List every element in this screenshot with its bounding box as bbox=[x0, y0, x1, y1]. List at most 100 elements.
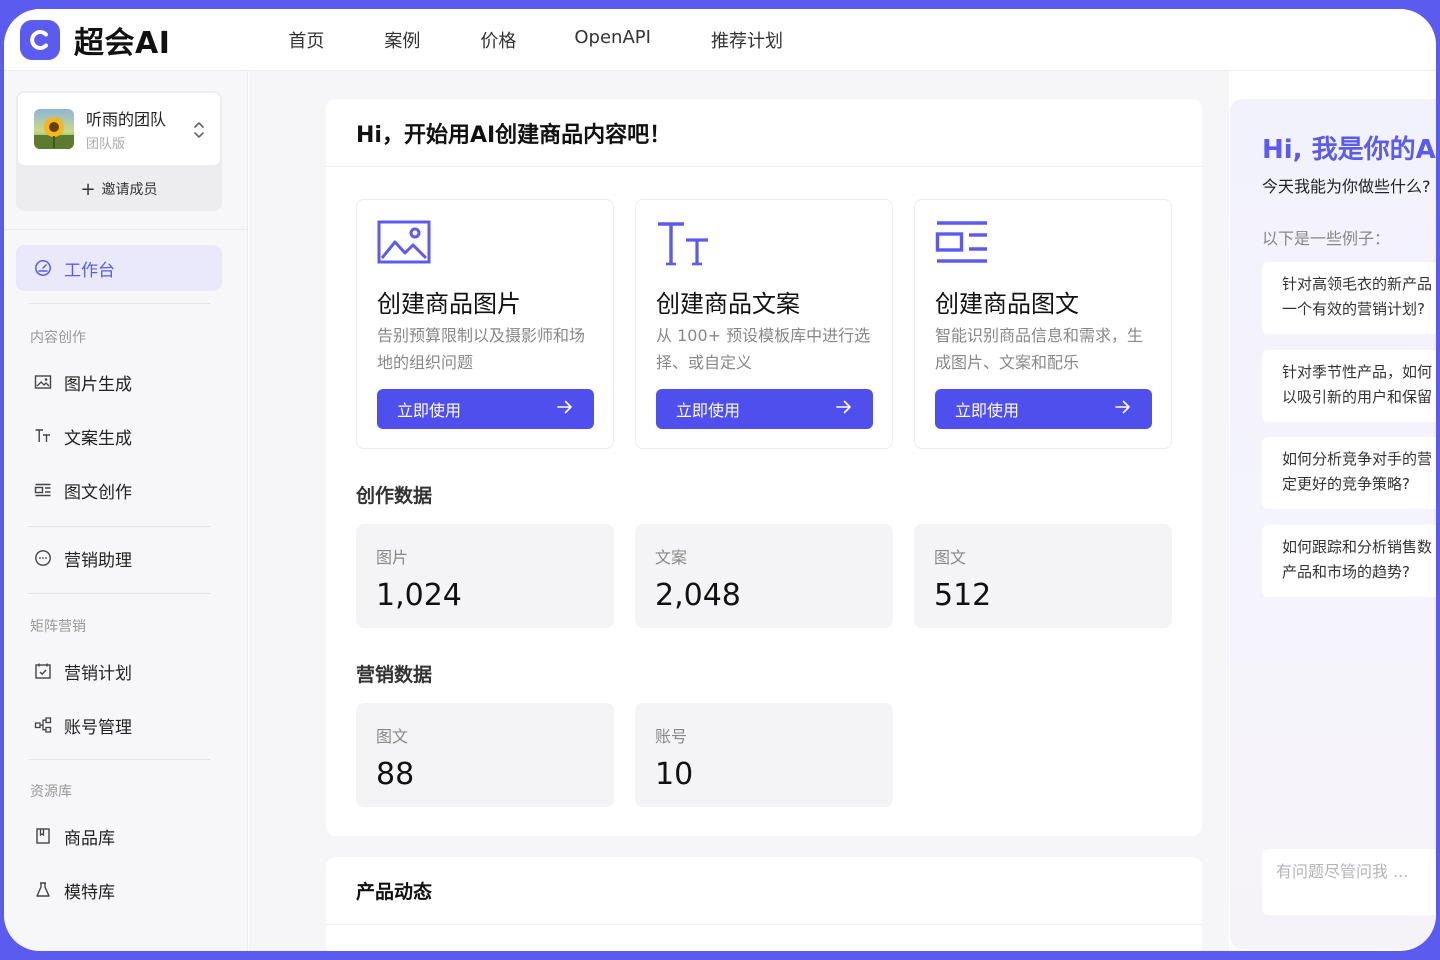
sidebar-item-label: 模特库 bbox=[64, 882, 115, 903]
example-question[interactable]: 针对季节性产品，如何 以吸引新的用户和保留 bbox=[1262, 350, 1436, 422]
sidebar-item-label: 营销助理 bbox=[64, 550, 132, 571]
assistant-subtitle: 今天我能为你做些什么? bbox=[1262, 177, 1431, 196]
stat-card-marketing-graphics: 图文 88 bbox=[356, 703, 614, 807]
brand-logo[interactable]: 超会AI bbox=[20, 18, 170, 62]
invite-label: 邀请成员 bbox=[101, 182, 158, 198]
sidebar-item-label: 账号管理 bbox=[64, 717, 132, 738]
feature-desc: 从 100+ 预设模板库中进行选择、或自定义 bbox=[656, 326, 871, 372]
button-label: 立即使用 bbox=[676, 401, 741, 420]
question-line: 一个有效的营销计划? bbox=[1282, 300, 1425, 318]
top-navbar: 超会AI 首页 案例 价格 OpenAPI 推荐计划 bbox=[4, 9, 1436, 71]
network-icon bbox=[34, 716, 52, 734]
sidebar-item-model-library[interactable]: 模特库 bbox=[16, 867, 222, 913]
stat-card-graphics: 图文 512 bbox=[914, 524, 1172, 628]
example-question[interactable]: 如何跟踪和分析销售数 产品和市场的趋势? bbox=[1262, 525, 1436, 597]
feature-card-image: 创建商品图片 告别预算限制以及摄影师和场地的组织问题 立即使用 bbox=[356, 199, 614, 449]
nav-openapi[interactable]: OpenAPI bbox=[574, 27, 651, 53]
section-label-content: 内容创作 bbox=[30, 330, 86, 346]
arrow-right-icon bbox=[835, 399, 853, 419]
use-now-button[interactable]: 立即使用 bbox=[935, 389, 1152, 429]
image-icon bbox=[34, 373, 52, 391]
team-card: 听雨的团队 团队版 + 邀请成员 bbox=[16, 91, 222, 211]
product-news-title: 产品动态 bbox=[326, 857, 1202, 925]
bookmark-icon bbox=[34, 827, 52, 845]
chevron-updown-icon[interactable] bbox=[192, 119, 206, 145]
stat-card-images: 图片 1,024 bbox=[356, 524, 614, 628]
page-title: Hi，开始用AI创建商品内容吧！ bbox=[326, 99, 1202, 167]
example-question[interactable]: 针对高领毛衣的新产品 一个有效的营销计划? bbox=[1262, 262, 1436, 334]
sidebar-item-label: 文案生成 bbox=[64, 428, 132, 449]
question-line: 针对高领毛衣的新产品 bbox=[1282, 275, 1433, 293]
nav-referral[interactable]: 推荐计划 bbox=[711, 27, 783, 53]
marketing-stats-title: 营销数据 bbox=[356, 664, 433, 686]
team-avatar bbox=[34, 109, 74, 149]
calendar-icon bbox=[34, 662, 52, 680]
assistant-input[interactable] bbox=[1262, 849, 1436, 915]
question-line: 以吸引新的用户和保留 bbox=[1282, 388, 1433, 406]
feature-title: 创建商品文案 bbox=[656, 290, 800, 318]
sidebar-item-label: 商品库 bbox=[64, 828, 115, 849]
feature-desc: 告别预算限制以及摄影师和场地的组织问题 bbox=[377, 326, 586, 372]
assistant-title: Hi, 我是你的AI营 bbox=[1262, 135, 1436, 165]
sidebar-item-label: 工作台 bbox=[64, 260, 115, 281]
button-label: 立即使用 bbox=[397, 401, 462, 420]
sidebar-item-image-gen[interactable]: 图片生成 bbox=[16, 359, 222, 405]
stat-value: 2,048 bbox=[655, 578, 741, 613]
stat-value: 512 bbox=[934, 578, 992, 613]
sidebar-divider bbox=[28, 593, 210, 594]
question-line: 针对季节性产品，如何 bbox=[1282, 363, 1433, 381]
feature-card-copy: 创建商品文案 从 100+ 预设模板库中进行选择、或自定义 立即使用 bbox=[635, 199, 893, 449]
stat-label: 文案 bbox=[655, 548, 688, 567]
section-label-matrix: 矩阵营销 bbox=[30, 619, 86, 635]
sidebar-item-workspace[interactable]: 工作台 bbox=[16, 245, 222, 291]
team-switcher[interactable]: 听雨的团队 团队版 bbox=[18, 93, 220, 165]
sidebar-item-graphic-create[interactable]: 图文创作 bbox=[16, 467, 222, 513]
create-content-card: Hi，开始用AI创建商品内容吧！ 创建商品图片 告别预算限制以及摄影师和场地的组… bbox=[326, 99, 1202, 836]
plus-icon: + bbox=[80, 178, 96, 200]
question-line: 产品和市场的趋势? bbox=[1282, 563, 1410, 581]
sidebar-item-product-library[interactable]: 商品库 bbox=[16, 813, 222, 859]
invite-member-button[interactable]: + 邀请成员 bbox=[16, 169, 222, 209]
stat-label: 图片 bbox=[376, 548, 409, 567]
layout-icon bbox=[34, 481, 52, 499]
question-line: 定更好的竞争策略? bbox=[1282, 475, 1410, 493]
team-name: 听雨的团队 bbox=[86, 110, 167, 129]
image-icon bbox=[377, 220, 431, 268]
sidebar-divider bbox=[28, 526, 210, 527]
use-now-button[interactable]: 立即使用 bbox=[377, 389, 594, 429]
nav-pricing[interactable]: 价格 bbox=[480, 27, 516, 53]
arrow-right-icon bbox=[556, 399, 574, 419]
nav-home[interactable]: 首页 bbox=[288, 27, 324, 53]
stat-label: 账号 bbox=[655, 727, 688, 746]
stat-label: 图文 bbox=[934, 548, 967, 567]
arrow-right-icon bbox=[1114, 399, 1132, 419]
use-now-button[interactable]: 立即使用 bbox=[656, 389, 873, 429]
stat-value: 88 bbox=[376, 757, 415, 792]
nav-cases[interactable]: 案例 bbox=[384, 27, 420, 53]
assistant-hint: 以下是一些例子： bbox=[1262, 229, 1391, 248]
sidebar-item-account-manage[interactable]: 账号管理 bbox=[16, 702, 222, 748]
text-icon bbox=[656, 220, 710, 270]
sidebar-divider bbox=[28, 759, 210, 760]
model-icon bbox=[34, 881, 52, 899]
sidebar-divider bbox=[28, 303, 210, 304]
stat-card-copy: 文案 2,048 bbox=[635, 524, 893, 628]
example-question[interactable]: 如何分析竞争对手的营 定更好的竞争策略? bbox=[1262, 437, 1436, 509]
stat-card-accounts: 账号 10 bbox=[635, 703, 893, 807]
ai-assistant-panel: Hi, 我是你的AI营 今天我能为你做些什么? 以下是一些例子： 针对高领毛衣的… bbox=[1230, 99, 1436, 949]
sidebar-item-label: 营销计划 bbox=[64, 663, 132, 684]
main-nav: 首页 案例 价格 OpenAPI 推荐计划 bbox=[288, 27, 843, 53]
dashboard-icon bbox=[34, 259, 52, 277]
sidebar-item-label: 图文创作 bbox=[64, 482, 132, 503]
product-news-card: 产品动态 bbox=[326, 857, 1202, 951]
logo-mark-icon bbox=[20, 19, 60, 60]
sidebar: 听雨的团队 团队版 + 邀请成员 工作台 内容创作 图片生成 文案生成 图文创作… bbox=[4, 71, 248, 951]
question-line: 如何分析竞争对手的营 bbox=[1282, 450, 1433, 468]
sidebar-item-marketing-assistant[interactable]: 营销助理 bbox=[16, 535, 222, 581]
question-line: 如何跟踪和分析销售数 bbox=[1282, 538, 1433, 556]
brand-name: 超会AI bbox=[74, 25, 171, 61]
sidebar-item-copy-gen[interactable]: 文案生成 bbox=[16, 413, 222, 459]
creation-stats-title: 创作数据 bbox=[356, 485, 433, 507]
chat-icon bbox=[34, 549, 52, 567]
sidebar-item-marketing-plan[interactable]: 营销计划 bbox=[16, 648, 222, 694]
